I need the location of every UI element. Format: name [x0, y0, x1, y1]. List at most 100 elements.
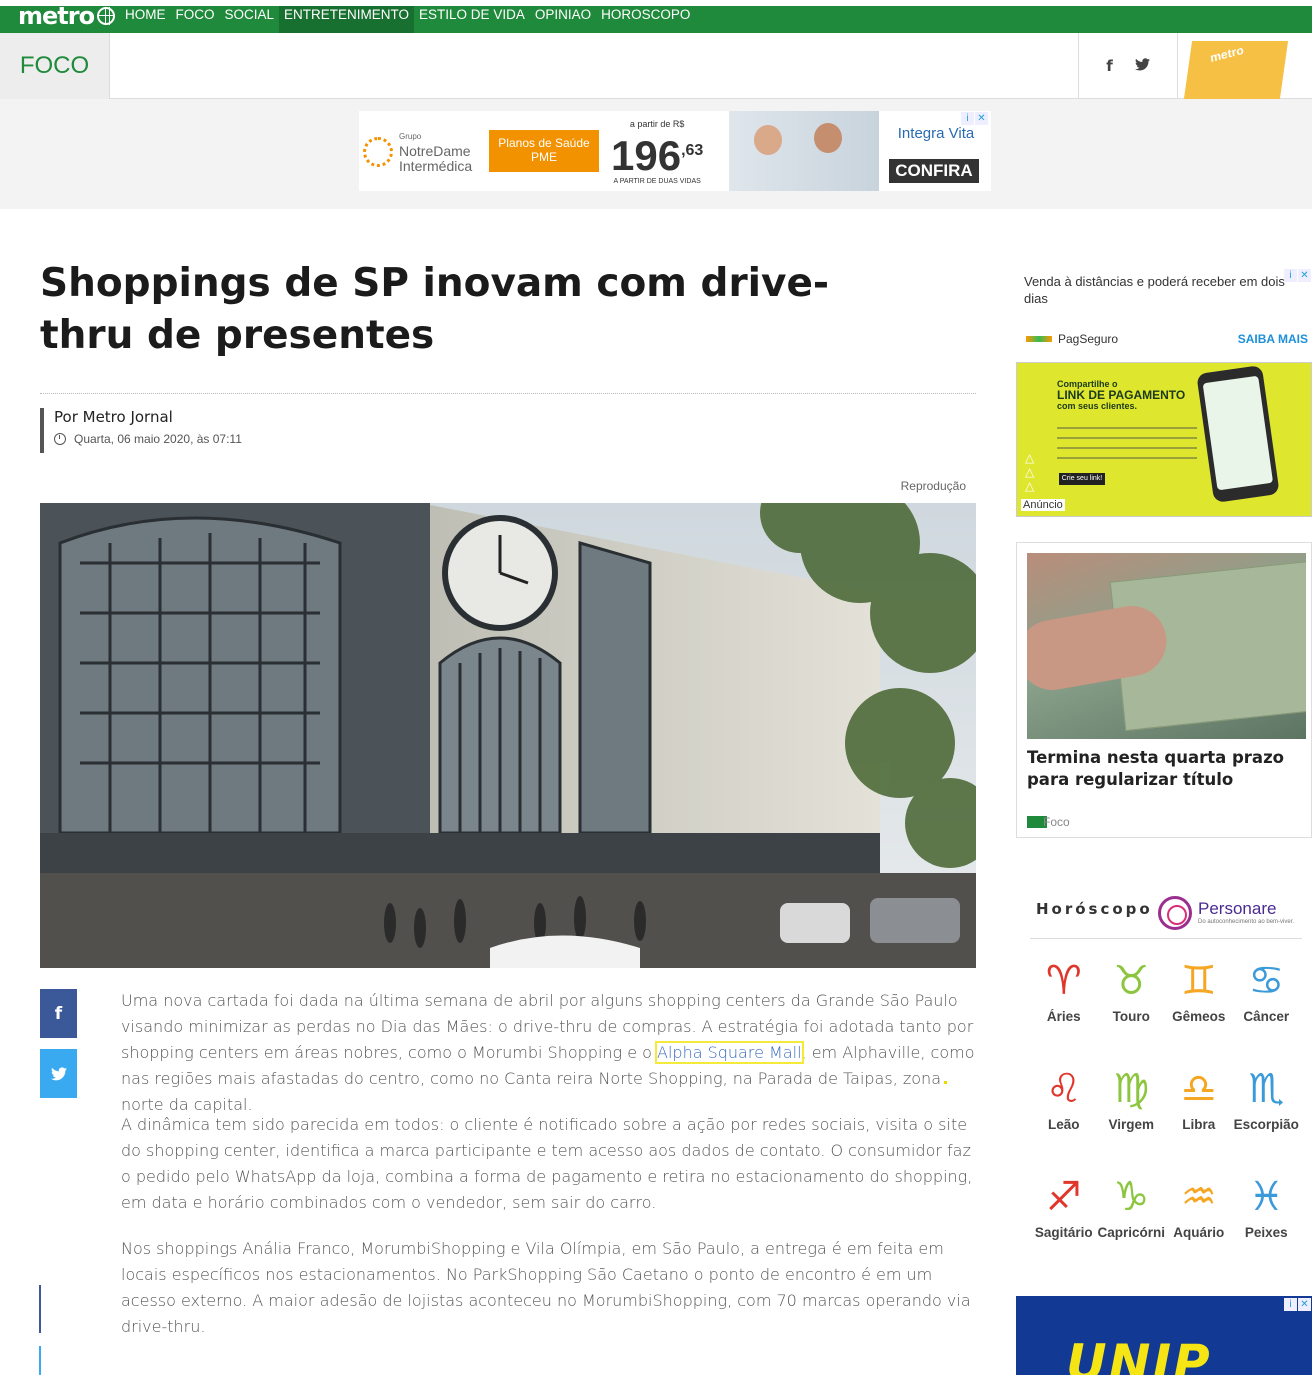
- zodiac-glyph-icon: ♏: [1248, 1066, 1285, 1112]
- related-article-tag[interactable]: Foco: [1027, 815, 1070, 829]
- zodiac-sign[interactable]: ♏ Escorpião: [1233, 1063, 1301, 1171]
- alpha-square-mall-link[interactable]: Alpha Square Mall: [655, 1041, 804, 1064]
- header-social-links: f: [1078, 33, 1178, 99]
- zodiac-grid: ♈ Áries ♉ Touro ♊ Gêmeos ♋ Câncer ♌ Leão ♍ Virgem ♎ L…: [1030, 955, 1300, 1279]
- scroll-mark-2: [39, 1346, 41, 1375]
- sidebar-ad-brand-name: PagSeguro: [1058, 332, 1119, 346]
- nav-item-opiniao[interactable]: OPINIAO: [530, 6, 596, 33]
- zodiac-name: Touro: [1112, 1009, 1150, 1024]
- section-title[interactable]: FOCO: [0, 33, 110, 99]
- ad2-bullets: [1057, 427, 1197, 467]
- zodiac-glyph-icon: ♐: [1045, 1174, 1082, 1220]
- personare-brand[interactable]: Personare: [1198, 899, 1276, 919]
- related-article-card[interactable]: Termina nesta quarta prazo para regulari…: [1016, 542, 1312, 838]
- facebook-share-icon: f: [54, 1003, 63, 1024]
- zodiac-sign[interactable]: ♓ Peixes: [1233, 1171, 1301, 1279]
- scroll-mark: [39, 1285, 41, 1333]
- zodiac-sign[interactable]: ♈ Áries: [1030, 955, 1098, 1063]
- zodiac-name: Virgem: [1108, 1117, 1155, 1132]
- flower-logo-icon: [363, 136, 393, 167]
- personare-tagline: Do autoconhecimento ao bem-viver.: [1198, 919, 1295, 925]
- top-ad-banner[interactable]: Grupo NotreDame Intermédica Planos de Saú…: [359, 111, 991, 191]
- zodiac-glyph-icon: ♋: [1248, 958, 1285, 1004]
- triangle-icons: △ △ △: [1025, 451, 1035, 493]
- ad-price-dec: ,63: [681, 142, 704, 159]
- zodiac-sign[interactable]: ♋ Câncer: [1233, 955, 1301, 1063]
- zodiac-sign[interactable]: ♎ Libra: [1165, 1063, 1233, 1171]
- ad-price-int: 196: [611, 132, 682, 179]
- ad-price-suffix: A PARTIR DE DUAS VIDAS: [613, 178, 701, 185]
- zodiac-glyph-icon: ♑: [1113, 1174, 1150, 1220]
- ad-close-icon[interactable]: ✕: [1298, 269, 1311, 282]
- zodiac-sign[interactable]: ♊ Gêmeos: [1165, 955, 1233, 1063]
- sidebar-ad-pagseguro[interactable]: Venda à distâncias e poderá receber em d…: [1016, 265, 1312, 355]
- logo-text: metro: [18, 2, 95, 30]
- ad-brand: Grupo NotreDame Intermédica: [363, 129, 481, 174]
- share-facebook-button[interactable]: f: [40, 989, 77, 1038]
- zodiac-sign[interactable]: ♐ Sagitário: [1030, 1171, 1098, 1279]
- ad-info-icon[interactable]: i: [1284, 269, 1297, 282]
- ad2-button[interactable]: Crie seu link!: [1059, 473, 1105, 485]
- article-author[interactable]: Por Metro Jornal: [54, 408, 242, 426]
- zodiac-name: Áries: [1046, 1009, 1081, 1024]
- saiba-mais-link[interactable]: SAIBA MAIS: [1238, 332, 1308, 346]
- nav-item-home[interactable]: HOME: [120, 6, 171, 33]
- byline: Por Metro Jornal Quarta, 06 maio 2020, à…: [40, 408, 242, 453]
- zodiac-sign[interactable]: ♌ Leão: [1030, 1063, 1098, 1171]
- main-nav: HOME FOCO SOCIAL ENTRETENIMENTO ESTILO D…: [120, 6, 695, 33]
- ad-close-icon[interactable]: ✕: [975, 112, 988, 125]
- ad-close-icon[interactable]: ✕: [1298, 1298, 1311, 1311]
- zodiac-glyph-icon: ♌: [1045, 1066, 1082, 1112]
- nav-item-social[interactable]: SOCIAL: [220, 6, 280, 33]
- title-divider: [40, 393, 976, 394]
- ad-cta-button[interactable]: CONFIRA: [889, 159, 979, 183]
- related-article-tag-label: Foco: [1043, 815, 1070, 829]
- ad2-headline: Compartilhe o LINK DE PAGAMENTO com seus…: [1057, 379, 1185, 412]
- phone-illustration: [1196, 365, 1280, 503]
- promo-label: metro: [1209, 42, 1245, 66]
- metro-logo[interactable]: metro: [18, 2, 116, 30]
- ad-label: Anúncio: [1021, 499, 1065, 511]
- ad2-line-3: com seus clientes.: [1057, 401, 1138, 411]
- paragraph-3: Nos shoppings Anália Franco, MorumbiShop…: [121, 1239, 971, 1336]
- top-ad-band: Grupo NotreDame Intermédica Planos de Saú…: [0, 99, 1312, 209]
- promo-banner[interactable]: metro: [1183, 41, 1289, 99]
- twitter-icon[interactable]: [1134, 57, 1150, 75]
- zodiac-name: Sagitário: [1034, 1225, 1093, 1240]
- zodiac-sign[interactable]: ♉ Touro: [1098, 955, 1166, 1063]
- zodiac-glyph-icon: ♍: [1113, 1066, 1150, 1112]
- pagseguro-logo-icon: [1026, 336, 1052, 342]
- ad-price: a partir de R$ 196,63 A PARTIR DE DUAS V…: [611, 119, 703, 185]
- unip-logo: UNIP: [1066, 1334, 1212, 1375]
- zodiac-name: Gêmeos: [1172, 1009, 1226, 1024]
- zodiac-name: Libra: [1182, 1117, 1216, 1132]
- nav-item-foco[interactable]: FOCO: [171, 6, 220, 33]
- ad-advertiser: Integra Vita: [897, 125, 975, 142]
- ad2-line-2: LINK DE PAGAMENTO: [1057, 388, 1186, 402]
- ad-info-icon[interactable]: i: [961, 112, 974, 125]
- ad-brand-name: NotreDame Intermédica: [399, 143, 473, 174]
- article-date: Quarta, 06 maio 2020, às 07:11: [74, 432, 242, 446]
- zodiac-sign[interactable]: ♑ Capricórnio: [1098, 1171, 1166, 1279]
- zodiac-sign[interactable]: ♒ Aquário: [1165, 1171, 1233, 1279]
- twitter-share-icon: [50, 1066, 67, 1080]
- top-nav-bar: metro HOME FOCO SOCIAL ENTRETENIMENTO ES…: [0, 0, 1312, 33]
- ad-people-image: [729, 111, 879, 191]
- ad-price-prefix: a partir de R$: [629, 119, 685, 129]
- related-article-title[interactable]: Termina nesta quarta prazo para regulari…: [1027, 747, 1307, 791]
- zodiac-glyph-icon: ♊: [1180, 958, 1217, 1004]
- mall-facade-illustration: [40, 503, 976, 968]
- sidebar-ad-unip[interactable]: UNIP i ✕: [1016, 1296, 1312, 1375]
- paragraph-1: Uma nova cartada foi dada na última sema…: [121, 988, 976, 1118]
- share-twitter-button[interactable]: [40, 1049, 77, 1098]
- zodiac-glyph-icon: ♓: [1248, 1174, 1285, 1220]
- ad-info-icon[interactable]: i: [1284, 1298, 1297, 1311]
- zodiac-sign[interactable]: ♍ Virgem: [1098, 1063, 1166, 1171]
- related-article-image: [1027, 553, 1306, 739]
- sidebar-ad-link-pagamento[interactable]: Compartilhe o LINK DE PAGAMENTO com seus…: [1016, 362, 1312, 517]
- nav-item-estilo-de-vida[interactable]: ESTILO DE VIDA: [414, 6, 530, 33]
- nav-item-entretenimento[interactable]: ENTRETENIMENTO: [279, 6, 415, 33]
- facebook-icon[interactable]: f: [1106, 57, 1113, 75]
- nav-item-horoscopo[interactable]: HOROSCOPO: [596, 6, 695, 33]
- zodiac-glyph-icon: ♉: [1113, 958, 1150, 1004]
